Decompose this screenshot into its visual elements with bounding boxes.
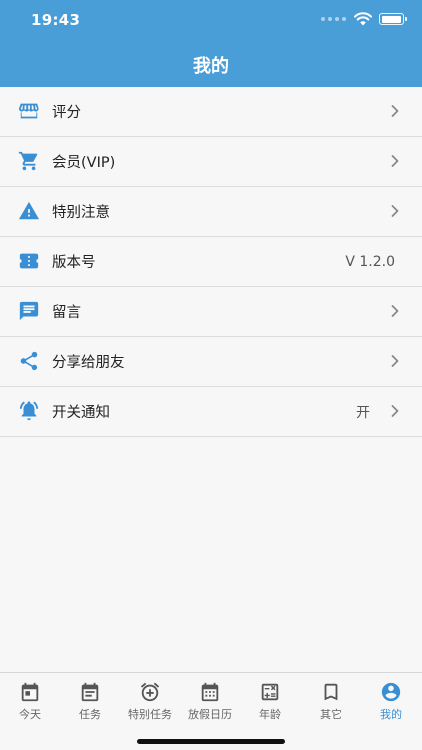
tab-today[interactable]: 今天: [0, 681, 60, 722]
status-indicators: [321, 12, 407, 26]
menu-item-share[interactable]: 分享给朋友: [0, 337, 422, 387]
menu-item-rating[interactable]: 评分: [0, 87, 422, 137]
menu-label-version: 版本号: [52, 255, 96, 271]
chevron-right-icon: [390, 154, 400, 168]
signal-icon: [321, 17, 346, 21]
chevron-right-icon: [390, 104, 400, 118]
chevron-right-icon: [390, 304, 400, 318]
calculator-icon: [259, 681, 281, 703]
task-list-icon: [79, 681, 101, 703]
menu-label-message: 留言: [52, 305, 81, 321]
alarm-icon: [18, 400, 40, 422]
menu-label-rating: 评分: [52, 105, 81, 121]
tab-special-tasks[interactable]: 特别任务: [120, 681, 180, 722]
calendar-grid-icon: [199, 681, 221, 703]
menu-item-message[interactable]: 留言: [0, 287, 422, 337]
cart-icon: [18, 150, 40, 172]
menu-item-vip[interactable]: 会员(VIP): [0, 137, 422, 187]
message-icon: [18, 300, 40, 322]
account-circle-icon: [380, 681, 402, 703]
menu-label-share: 分享给朋友: [52, 355, 125, 371]
menu-item-notice[interactable]: 特别注意: [0, 187, 422, 237]
chevron-right-icon: [390, 204, 400, 218]
tab-holiday-calendar[interactable]: 放假日历: [180, 681, 240, 722]
screen: 19:43 我的 评分 会员(VIP) 特别注意 版本号 V 1.2.0 留言 …: [0, 0, 422, 750]
battery-icon: [379, 13, 407, 25]
tab-mine[interactable]: 我的: [361, 681, 421, 722]
battery-level: [381, 15, 401, 23]
home-indicator: [137, 739, 285, 744]
status-time: 19:43: [31, 11, 81, 29]
menu-item-notification-toggle[interactable]: 开关通知 开: [0, 387, 422, 437]
tab-tasks[interactable]: 任务: [60, 681, 120, 722]
version-value: V 1.2.0: [345, 253, 395, 270]
tab-age[interactable]: 年龄: [240, 681, 300, 722]
calendar-today-icon: [19, 681, 41, 703]
chevron-right-icon: [390, 404, 400, 418]
share-icon: [18, 350, 40, 372]
menu-label-notification: 开关通知: [52, 405, 110, 421]
menu-item-version: 版本号 V 1.2.0: [0, 237, 422, 287]
warning-icon: [18, 200, 40, 222]
chevron-right-icon: [390, 354, 400, 368]
page-title: 我的: [193, 56, 229, 77]
header: 19:43 我的: [0, 0, 422, 87]
menu-label-vip: 会员(VIP): [52, 155, 116, 171]
ticket-icon: [18, 250, 40, 272]
tab-other[interactable]: 其它: [301, 681, 361, 722]
notification-status: 开: [356, 404, 370, 421]
menu-label-notice: 特别注意: [52, 205, 110, 221]
alarm-add-icon: [139, 681, 161, 703]
bookmark-icon: [320, 681, 342, 703]
settings-menu: 评分 会员(VIP) 特别注意 版本号 V 1.2.0 留言 分享给朋友 开关通…: [0, 87, 422, 437]
storefront-icon: [18, 100, 40, 122]
wifi-icon: [354, 12, 372, 26]
